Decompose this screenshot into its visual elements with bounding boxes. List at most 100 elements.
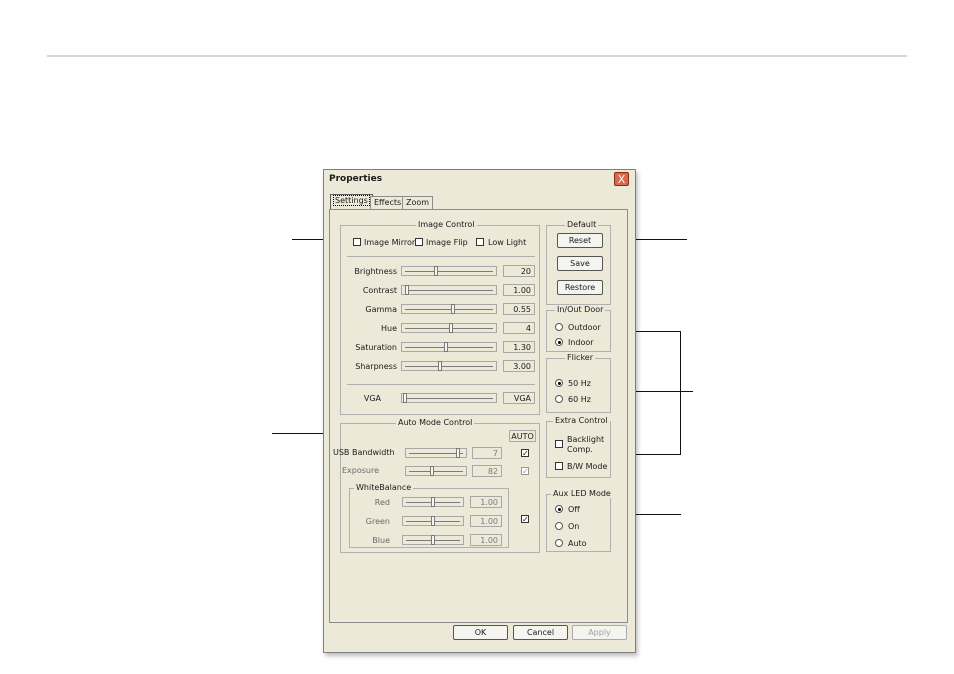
backlight-comp-checkbox[interactable] — [555, 440, 563, 448]
slider-thumb — [431, 535, 435, 545]
slider-label: Hue — [380, 324, 397, 333]
slider-thumb[interactable] — [434, 266, 438, 276]
wb-channel-label: Green — [365, 517, 390, 526]
bw-mode-label: B/W Mode — [567, 462, 608, 471]
usb-bandwidth-value: 7 — [472, 447, 502, 459]
image-control-group: Image Control Image Mirror Image Flip Lo… — [340, 220, 540, 415]
callout-bracket — [680, 331, 681, 455]
indoor-radio[interactable] — [555, 338, 563, 346]
indoor-label: Indoor — [568, 338, 594, 347]
slider-thumb[interactable] — [438, 361, 442, 371]
slider-label: Saturation — [355, 343, 397, 352]
slider-thumb[interactable] — [403, 393, 407, 403]
slider-value: 1.30 — [503, 341, 535, 353]
white-balance-auto-checkbox[interactable]: ✓ — [521, 515, 529, 524]
slider-thumb — [431, 516, 435, 526]
outdoor-radio[interactable] — [555, 323, 563, 331]
slider-thumb — [430, 466, 434, 476]
divider — [347, 256, 535, 257]
slider-value: 3.00 — [503, 360, 535, 372]
resolution-label: VGA — [363, 394, 381, 403]
default-label: Default — [565, 220, 599, 229]
image-slider[interactable] — [401, 361, 497, 371]
slider-label: Sharpness — [355, 362, 397, 371]
50hz-label: 50 Hz — [568, 379, 591, 388]
low-light-checkbox[interactable] — [476, 238, 484, 246]
low-light-label: Low Light — [488, 238, 527, 247]
ok-button[interactable]: OK — [453, 625, 508, 640]
flicker-group: Flicker 50 Hz 60 Hz — [546, 353, 611, 413]
wb-value: 1.00 — [470, 515, 502, 527]
led-auto-label: Auto — [568, 539, 587, 548]
image-slider[interactable] — [401, 304, 497, 314]
60hz-label: 60 Hz — [568, 395, 591, 404]
exposure-slider — [405, 466, 467, 476]
image-mirror-label: Image Mirror — [364, 238, 416, 247]
extra-control-group: Extra Control Backlight Comp. B/W Mode — [546, 416, 611, 478]
outdoor-label: Outdoor — [568, 323, 601, 332]
in-out-door-group: In/Out Door Outdoor Indoor — [546, 305, 611, 352]
in-out-door-label: In/Out Door — [555, 305, 606, 314]
backlight-label-line2: Comp. — [567, 445, 593, 454]
led-on-radio[interactable] — [555, 522, 563, 530]
led-off-radio[interactable] — [555, 505, 563, 513]
exposure-label: Exposure — [342, 466, 380, 475]
resolution-slider[interactable] — [401, 393, 497, 403]
image-slider[interactable] — [401, 342, 497, 352]
slider-thumb[interactable] — [405, 285, 409, 295]
wb-value: 1.00 — [470, 496, 502, 508]
wb-slider — [402, 535, 464, 545]
apply-button[interactable]: Apply — [572, 625, 627, 640]
reset-button[interactable]: Reset — [557, 233, 603, 248]
image-control-label: Image Control — [416, 220, 477, 229]
50hz-radio[interactable] — [555, 379, 563, 387]
slider-thumb[interactable] — [451, 304, 455, 314]
white-balance-label: WhiteBalance — [354, 483, 414, 492]
slider-label: Brightness — [354, 267, 397, 276]
cancel-button[interactable]: Cancel — [513, 625, 568, 640]
resolution-value: VGA — [503, 392, 535, 404]
tab-settings[interactable]: Settings — [330, 194, 373, 210]
slider-value: 0.55 — [503, 303, 535, 315]
restore-button[interactable]: Restore — [557, 280, 603, 295]
60hz-radio[interactable] — [555, 395, 563, 403]
slider-thumb — [431, 497, 435, 507]
aux-led-label: Aux LED Mode — [551, 489, 613, 498]
tab-effects[interactable]: Effects — [370, 196, 406, 210]
image-flip-checkbox[interactable] — [415, 238, 423, 246]
auto-mode-label: Auto Mode Control — [396, 418, 475, 427]
slider-thumb — [456, 448, 460, 458]
slider-value: 20 — [503, 265, 535, 277]
tab-zoom[interactable]: Zoom — [402, 196, 434, 210]
bw-mode-checkbox[interactable] — [555, 462, 563, 470]
backlight-label-line1: Backlight — [567, 435, 605, 444]
top-rule — [47, 55, 907, 57]
title-bar: Properties X — [324, 170, 635, 188]
wb-value: 1.00 — [470, 534, 502, 546]
usb-bandwidth-slider — [405, 448, 467, 458]
slider-value: 4 — [503, 322, 535, 334]
properties-dialog: Properties X Settings Effects Zoom Image… — [323, 169, 636, 653]
led-off-label: Off — [568, 505, 580, 514]
extra-control-label: Extra Control — [553, 416, 610, 425]
wb-channel-label: Blue — [372, 536, 390, 545]
image-flip-label: Image Flip — [426, 238, 468, 247]
window-title: Properties — [329, 174, 383, 184]
auto-header: AUTO — [509, 430, 536, 442]
wb-slider — [402, 516, 464, 526]
exposure-auto-checkbox[interactable]: ✓ — [521, 467, 529, 476]
usb-auto-checkbox[interactable]: ✓ — [521, 449, 529, 458]
slider-thumb[interactable] — [444, 342, 448, 352]
wb-slider — [402, 497, 464, 507]
close-button[interactable]: X — [614, 172, 629, 186]
image-slider[interactable] — [401, 285, 497, 295]
save-button[interactable]: Save — [557, 256, 603, 271]
image-mirror-checkbox[interactable] — [353, 238, 361, 246]
led-auto-radio[interactable] — [555, 539, 563, 547]
image-slider[interactable] — [401, 323, 497, 333]
slider-thumb[interactable] — [449, 323, 453, 333]
wb-channel-label: Red — [374, 498, 390, 507]
image-slider[interactable] — [401, 266, 497, 276]
divider — [347, 384, 535, 385]
slider-label: Contrast — [362, 286, 397, 295]
